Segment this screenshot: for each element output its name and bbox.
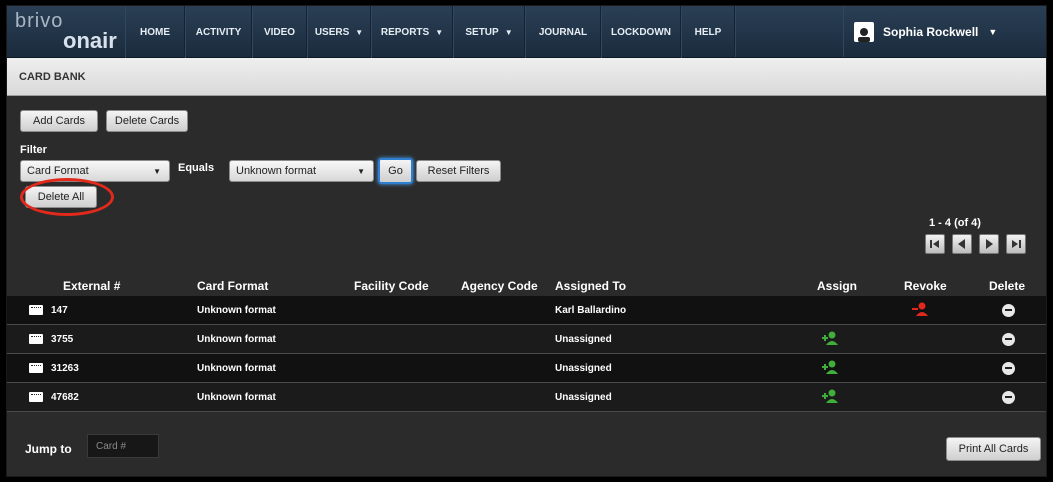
user-name: Sophia Rockwell — [883, 24, 979, 39]
assign-user-icon[interactable] — [822, 331, 840, 345]
nav-activity[interactable]: ACTIVITY — [185, 6, 252, 58]
jump-to-card-input[interactable] — [87, 434, 159, 458]
nav-spacer — [735, 6, 843, 57]
cell-external[interactable]: 47682 — [51, 392, 79, 403]
user-silhouette-icon — [858, 27, 870, 42]
nav-help-label: HELP — [694, 26, 722, 38]
cell-assigned-to: Unassigned — [555, 334, 612, 345]
last-page-button[interactable] — [1006, 234, 1026, 254]
assign-user-icon[interactable] — [822, 389, 840, 403]
logo-brivo-text: brivo — [15, 10, 64, 32]
last-page-icon — [1012, 240, 1021, 248]
col-header-facility-code[interactable]: Facility Code — [354, 279, 429, 293]
dropdown-arrow-icon: ▼ — [357, 167, 365, 176]
nav-help[interactable]: HELP — [681, 6, 735, 58]
col-header-assign: Assign — [817, 279, 858, 293]
filter-value: Unknown format — [236, 165, 317, 177]
page-title: CARD BANK — [19, 71, 86, 83]
nav-video-label: VIDEO — [263, 26, 296, 38]
nav-users-label: USERS — [314, 26, 350, 38]
col-header-agency-code[interactable]: Agency Code — [461, 279, 538, 293]
nav-journal-label: JOURNAL — [538, 26, 588, 38]
next-page-icon — [986, 239, 993, 249]
first-page-button[interactable] — [925, 234, 945, 254]
avatar — [854, 21, 874, 42]
print-all-cards-button[interactable]: Print All Cards — [946, 437, 1041, 461]
cell-assigned-to[interactable]: Karl Ballardino — [555, 305, 626, 316]
prev-page-icon — [958, 239, 965, 249]
logo-onair-text: onair — [63, 28, 117, 53]
pager-range: 1 - 4 (of 4) — [929, 217, 981, 229]
prev-page-button[interactable] — [952, 234, 972, 254]
nav-lockdown[interactable]: LOCKDOWN — [601, 6, 681, 58]
dropdown-arrow-icon: ▼ — [153, 167, 161, 176]
nav-journal[interactable]: JOURNAL — [525, 6, 601, 58]
brivo-onair-logo[interactable]: brivo onair — [7, 6, 125, 58]
jump-to-label: Jump to — [25, 442, 72, 456]
page-header: CARD BANK — [7, 58, 1046, 96]
delete-row-icon[interactable] — [1002, 391, 1015, 404]
next-page-button[interactable] — [979, 234, 999, 254]
cell-assigned-to: Unassigned — [555, 363, 612, 374]
card-icon — [29, 305, 43, 315]
delete-row-icon[interactable] — [1002, 304, 1015, 317]
table-row: 3755 Unknown format Unassigned — [7, 325, 1046, 354]
reset-filters-button[interactable]: Reset Filters — [416, 160, 501, 182]
table-row: 31263 Unknown format Unassigned — [7, 354, 1046, 383]
nav-reports-label: REPORTS — [380, 26, 430, 38]
nav-setup-label: SETUP — [465, 26, 499, 38]
cell-card-format: Unknown format — [197, 305, 276, 316]
filter-field-value: Card Format — [27, 165, 89, 177]
col-header-card-format[interactable]: Card Format — [197, 279, 268, 293]
delete-cards-button[interactable]: Delete Cards — [106, 110, 188, 132]
cell-external[interactable]: 3755 — [51, 334, 73, 345]
table-row: 47682 Unknown format Unassigned — [7, 383, 1046, 412]
chevron-down-icon: ▼ — [988, 26, 998, 37]
operator-label: Equals — [178, 162, 215, 174]
filter-label: Filter — [20, 144, 47, 156]
col-header-assigned-to[interactable]: Assigned To — [555, 279, 626, 293]
add-cards-button[interactable]: Add Cards — [20, 110, 98, 132]
cell-card-format: Unknown format — [197, 334, 276, 345]
card-icon — [29, 334, 43, 344]
delete-row-icon[interactable] — [1002, 362, 1015, 375]
first-page-icon — [930, 240, 939, 248]
go-button[interactable]: Go — [378, 158, 413, 184]
col-header-delete: Delete — [989, 279, 1026, 293]
nav-users[interactable]: USERS ▼ — [307, 6, 371, 58]
cell-assigned-to: Unassigned — [555, 392, 612, 403]
nav-activity-label: ACTIVITY — [195, 26, 242, 38]
user-menu[interactable]: Sophia Rockwell ▼ — [843, 6, 1046, 57]
app-window: brivo onair HOME ACTIVITY VIDEO USERS ▼ R… — [6, 5, 1047, 477]
highlight-circle — [20, 178, 114, 216]
cell-card-format: Unknown format — [197, 392, 276, 403]
nav-video[interactable]: VIDEO — [252, 6, 307, 58]
filter-value-select[interactable]: Unknown format ▼ — [229, 160, 374, 182]
col-header-external[interactable]: External # — [63, 279, 120, 293]
revoke-user-icon[interactable] — [912, 302, 930, 316]
nav-setup[interactable]: SETUP ▼ — [453, 6, 525, 58]
card-icon — [29, 392, 43, 402]
top-nav: brivo onair HOME ACTIVITY VIDEO USERS ▼ R… — [7, 6, 1046, 58]
table-row: 147 Unknown format Karl Ballardino — [7, 296, 1046, 325]
nav-lockdown-label: LOCKDOWN — [611, 26, 671, 38]
nav-home-label: HOME — [140, 26, 170, 38]
chevron-down-icon: ▼ — [355, 27, 364, 37]
delete-row-icon[interactable] — [1002, 333, 1015, 346]
filter-field-select[interactable]: Card Format ▼ — [20, 160, 170, 182]
cell-external[interactable]: 31263 — [51, 363, 79, 374]
assign-user-icon[interactable] — [822, 360, 840, 374]
nav-reports[interactable]: REPORTS ▼ — [371, 6, 453, 58]
chevron-down-icon: ▼ — [435, 27, 444, 37]
col-header-revoke: Revoke — [904, 279, 947, 293]
cell-card-format: Unknown format — [197, 363, 276, 374]
chevron-down-icon: ▼ — [504, 27, 513, 37]
card-icon — [29, 363, 43, 373]
nav-home[interactable]: HOME — [125, 6, 185, 58]
cell-external[interactable]: 147 — [51, 305, 68, 316]
